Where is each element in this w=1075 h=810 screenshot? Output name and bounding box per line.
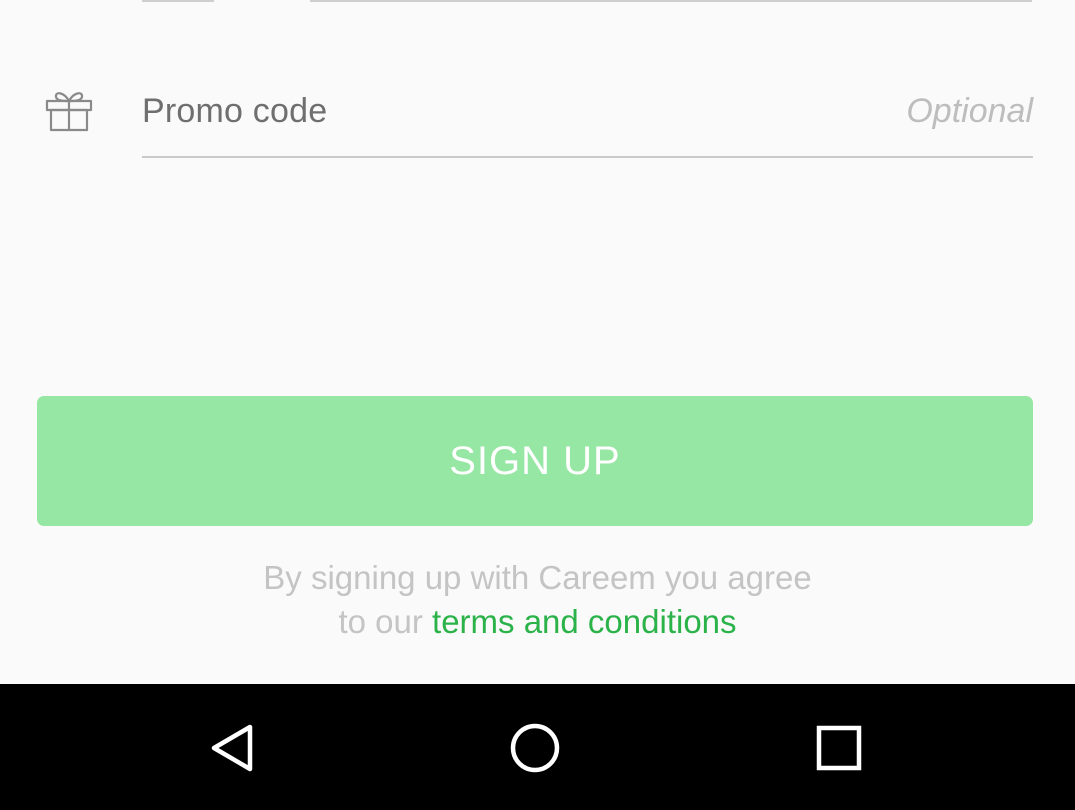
promo-code-placeholder: Optional — [906, 92, 1033, 130]
terms-notice: By signing up with Careem you agree to o… — [0, 556, 1075, 644]
gift-icon — [44, 86, 94, 134]
terms-line-2: to our terms and conditions — [0, 600, 1075, 644]
promo-code-label: Promo code — [142, 92, 328, 130]
recents-square-icon[interactable] — [811, 720, 867, 776]
terms-line-1: By signing up with Careem you agree — [263, 559, 812, 596]
android-navigation-bar — [0, 684, 1075, 810]
back-triangle-icon[interactable] — [205, 720, 261, 776]
previous-field-underline — [310, 0, 1032, 2]
sign-up-label: SIGN UP — [449, 438, 621, 483]
promo-code-field[interactable]: Promo code Optional — [142, 86, 1033, 158]
sign-up-button[interactable]: SIGN UP — [37, 396, 1033, 526]
signup-screen: Promo code Optional SIGN UP By signing u… — [0, 0, 1075, 810]
terms-line-2-prefix: to our — [338, 603, 433, 640]
previous-field-underline-short — [142, 0, 214, 2]
home-circle-icon[interactable] — [507, 720, 563, 776]
terms-and-conditions-link[interactable]: terms and conditions — [432, 603, 737, 640]
